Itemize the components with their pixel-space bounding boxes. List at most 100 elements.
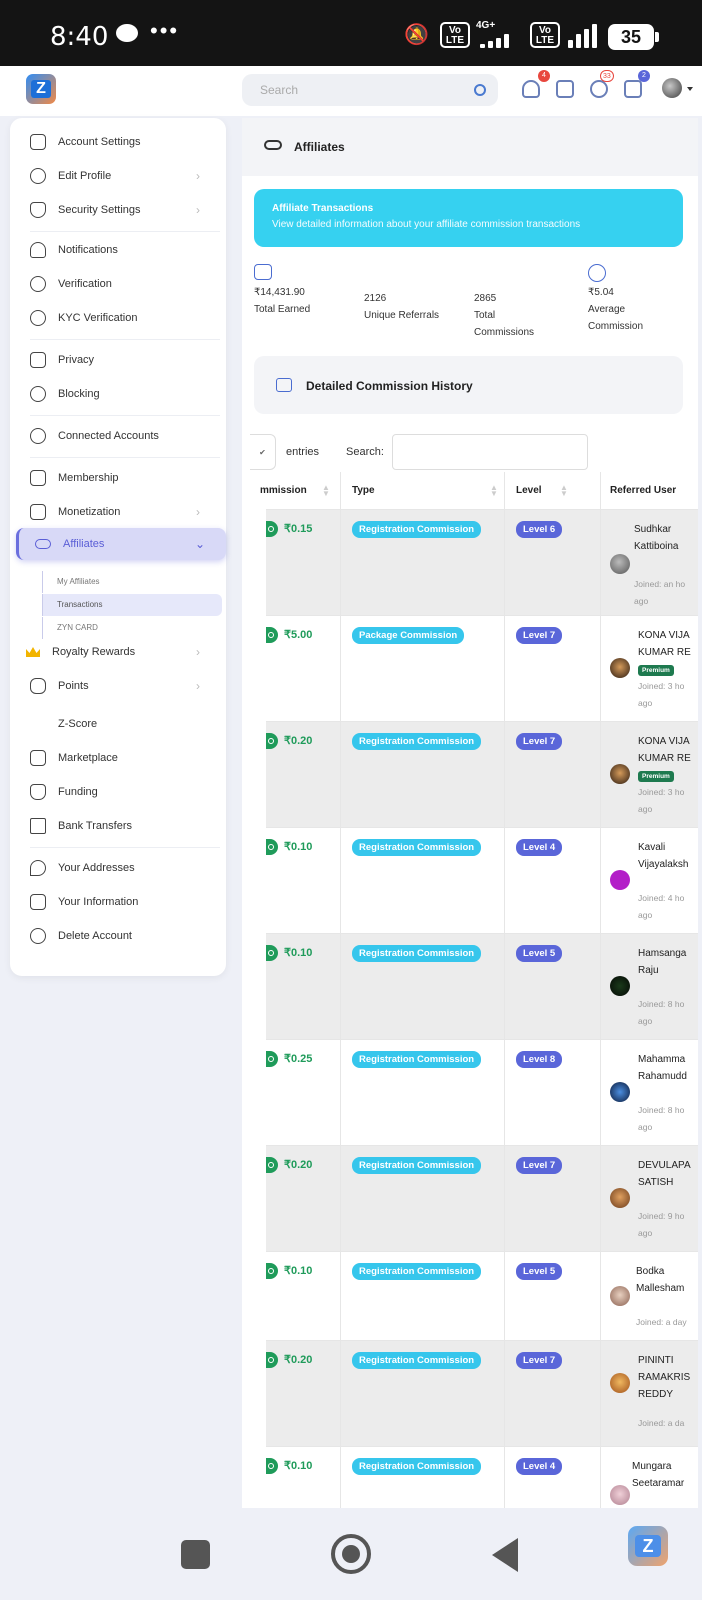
messages-icon[interactable] (556, 80, 574, 98)
money-icon (266, 945, 278, 961)
table-search-input[interactable] (392, 434, 588, 470)
referred-user-name[interactable]: Mahamma Rahamudd (638, 1051, 687, 1085)
chevron-right-icon: › (196, 203, 200, 217)
avatar (610, 658, 630, 678)
amount-value: ₹0.15 (284, 522, 313, 535)
sidebar-item-affiliates[interactable]: Affiliates ⌄ (16, 528, 226, 560)
user-name-line: Mungara (632, 1461, 672, 1472)
table-row[interactable]: ₹0.10 Registration Commission Level 5 Ha… (266, 934, 698, 1040)
user-name-line: KUMAR RE (638, 647, 691, 658)
search-input[interactable]: Search (242, 74, 498, 106)
volte-icon-2: Vo LTE (530, 22, 560, 48)
sidebar-item-label: Account Settings (58, 136, 141, 148)
sort-icon: ▲ ▼ (560, 483, 568, 498)
amount-value: ₹0.20 (284, 1158, 313, 1171)
avatar (610, 976, 630, 996)
referred-user-name[interactable]: KONA VIJA KUMAR RE (638, 733, 691, 767)
notifications-icon[interactable] (590, 80, 608, 98)
sidebar-item-connected-accounts[interactable]: Connected Accounts (10, 422, 226, 450)
sidebar-item-security-settings[interactable]: Security Settings › (10, 196, 226, 224)
system-navigation-bar: Z (0, 1508, 702, 1600)
column-header-type[interactable]: Type ▲ ▼ (352, 472, 498, 510)
sidebar-item-z-score[interactable]: Z-Score (10, 710, 226, 738)
stat-total-commissions: 2865 Total Commissions (474, 290, 534, 341)
sidebar-item-bank-transfers[interactable]: Bank Transfers (10, 812, 226, 840)
sidebar-item-your-addresses[interactable]: Your Addresses (10, 854, 226, 882)
referred-user-name[interactable]: Hamsanga Raju (638, 945, 686, 979)
sidebar-item-monetization[interactable]: Monetization › (10, 498, 226, 526)
referred-user-name[interactable]: KONA VIJA KUMAR RE (638, 627, 691, 661)
user-avatar[interactable] (662, 78, 682, 98)
home-button[interactable] (331, 1534, 371, 1574)
chevron-down-icon[interactable] (687, 87, 693, 91)
sidebar-item-privacy[interactable]: Privacy (10, 346, 226, 374)
sidebar-item-membership[interactable]: Membership (10, 464, 226, 492)
sidebar-item-label: Blocking (58, 388, 100, 400)
history-header: Detailed Commission History (254, 356, 683, 414)
table-row[interactable]: ₹0.20 Registration Commission Level 7 DE… (266, 1146, 698, 1252)
back-button[interactable] (492, 1538, 518, 1572)
amount-value: ₹0.10 (284, 1459, 313, 1472)
stat-label-2: Commission (588, 321, 644, 332)
amount-value: ₹0.20 (284, 1353, 313, 1366)
sidebar-item-label: Your Information (58, 896, 139, 908)
sidebar-item-royalty-rewards[interactable]: Royalty Rewards › (10, 638, 226, 666)
sidebar-item-funding[interactable]: Funding (10, 778, 226, 806)
table-row[interactable]: ₹0.15 Registration Commission Level 6 Su… (266, 510, 698, 616)
user-delete-icon (30, 928, 46, 944)
sidebar-item-notifications[interactable]: Notifications (10, 236, 226, 264)
user-name-line: SATISH (638, 1177, 674, 1188)
sidebar-item-marketplace[interactable]: Marketplace (10, 744, 226, 772)
table-row[interactable]: ₹0.10 Registration Commission Level 4 Mu… (266, 1447, 698, 1508)
battery-icon: 35 (608, 24, 659, 50)
recent-apps-button[interactable] (181, 1540, 210, 1569)
level-badge: Level 8 (516, 1051, 563, 1068)
table-row[interactable]: ₹0.25 Registration Commission Level 8 Ma… (266, 1040, 698, 1146)
referred-user-name[interactable]: Mungara Seetaramar (632, 1458, 684, 1492)
table-row[interactable]: ₹5.00 Package Commission Level 7 KONA VI… (266, 616, 698, 722)
entries-select[interactable]: ✔ (250, 434, 276, 470)
shield-icon (30, 202, 46, 218)
sidebar-item-verification[interactable]: Verification (10, 270, 226, 298)
referred-user-name[interactable]: DEVULAPA SATISH (638, 1157, 691, 1191)
sidebar-item-account-settings[interactable]: Account Settings (10, 128, 226, 156)
sidebar-item-points[interactable]: Points › (10, 672, 226, 700)
joined-line: Joined: a day (636, 1317, 687, 1327)
table-row[interactable]: ₹0.20 Registration Commission Level 7 KO… (266, 722, 698, 828)
referred-user-name[interactable]: PININTI RAMAKRIS REDDY (638, 1352, 690, 1403)
table-row[interactable]: ₹0.10 Registration Commission Level 4 Ka… (266, 828, 698, 934)
table-row[interactable]: ₹0.10 Registration Commission Level 5 Bo… (266, 1252, 698, 1341)
floating-app-button[interactable]: Z (628, 1526, 668, 1566)
app-logo[interactable]: Z (26, 74, 56, 104)
referred-user-name[interactable]: Sudhkar Kattiboina (634, 521, 678, 555)
money-icon (266, 1157, 278, 1173)
level-badge: Level 4 (516, 1458, 563, 1475)
page-title: Affiliates (294, 140, 345, 154)
cart-icon[interactable] (624, 80, 642, 98)
volte-icon: Vo LTE (440, 22, 470, 48)
sidebar-subitem-transactions[interactable]: Transactions (42, 594, 222, 616)
commission-amount: ₹0.20 (266, 1352, 312, 1368)
search-icon[interactable] (474, 84, 486, 96)
column-header-referred-user[interactable]: Referred User (610, 472, 676, 510)
sidebar-item-label: Notifications (58, 244, 118, 256)
check-badge-icon (30, 276, 46, 292)
sidebar-item-delete-account[interactable]: Delete Account (10, 922, 226, 950)
sidebar-subitem-my-affiliates[interactable]: My Affiliates (42, 571, 222, 593)
signal-icon (480, 34, 509, 48)
sidebar-item-blocking[interactable]: Blocking (10, 380, 226, 408)
sidebar-subitem-zyn-card[interactable]: ZYN CARD (42, 617, 222, 639)
referred-user-name[interactable]: Bodka Mallesham (636, 1263, 684, 1297)
column-header-level[interactable]: Level ▲ ▼ (516, 472, 568, 510)
sidebar-item-your-information[interactable]: Your Information (10, 888, 226, 916)
referred-user-name[interactable]: Kavali Vijayalaksh (638, 839, 688, 873)
column-header-commission[interactable]: mmission ▲ ▼ (260, 472, 330, 510)
level-badge: Level 7 (516, 1157, 563, 1174)
money-icon (266, 1352, 278, 1368)
friends-icon[interactable] (522, 80, 540, 98)
sidebar-item-edit-profile[interactable]: Edit Profile › (10, 162, 226, 190)
table-row[interactable]: ₹0.20 Registration Commission Level 7 PI… (266, 1341, 698, 1447)
money-icon (266, 521, 278, 537)
avatar (610, 1373, 630, 1393)
sidebar-item-kyc-verification[interactable]: KYC Verification (10, 304, 226, 332)
